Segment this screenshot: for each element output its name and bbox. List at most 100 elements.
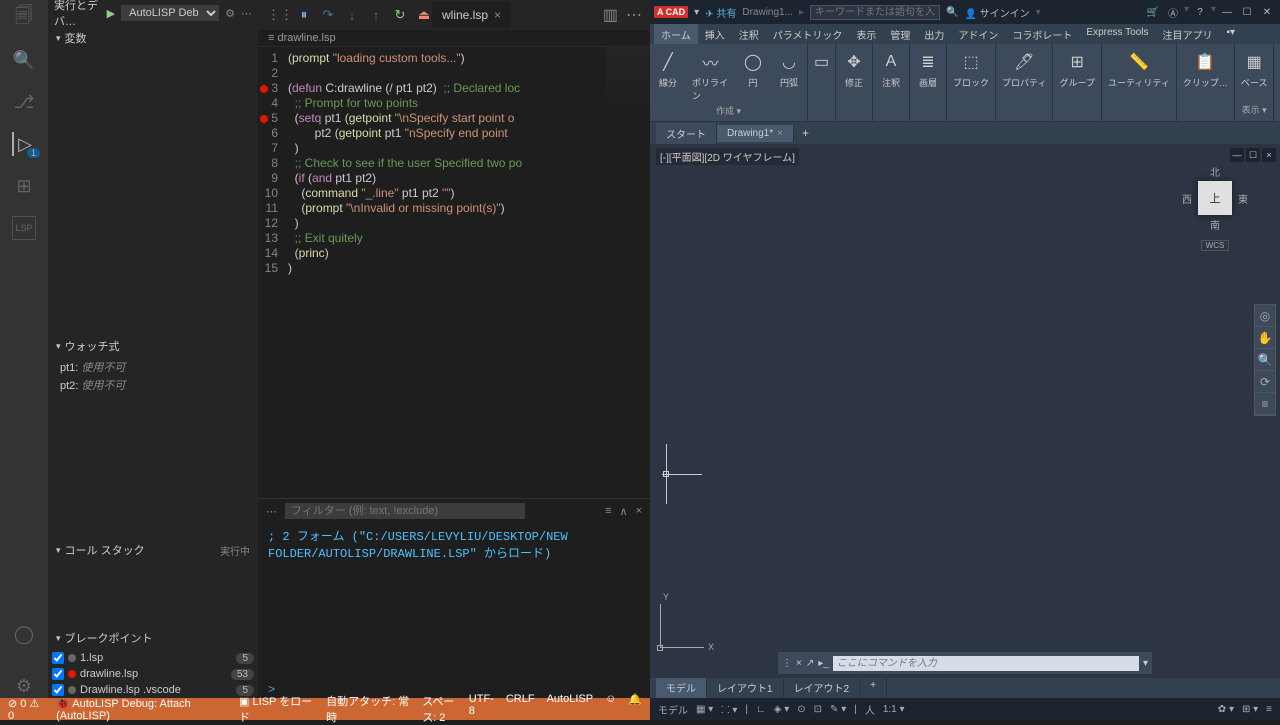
viewport-min-icon[interactable]: — xyxy=(1230,148,1244,162)
ribbon-tab[interactable]: ホーム xyxy=(654,24,698,44)
tab-start[interactable]: スタート xyxy=(656,123,717,144)
status-lwt-icon[interactable]: ✎ ▾ xyxy=(828,704,848,715)
close-tab-icon[interactable]: × xyxy=(777,128,783,139)
console-close-icon[interactable]: × xyxy=(636,505,642,518)
minimize-icon[interactable]: — xyxy=(1218,4,1236,20)
status-bell-icon[interactable]: 🔔 xyxy=(628,693,642,725)
nav-more-icon[interactable]: ≡ xyxy=(1255,393,1275,415)
console-filter-input[interactable] xyxy=(285,503,525,519)
search-icon[interactable]: 🔍 xyxy=(12,48,36,72)
status-eol[interactable]: CRLF xyxy=(506,693,535,725)
status-lisp-load[interactable]: ▣ LISP をロード xyxy=(239,693,314,725)
ribbon-panel-icon[interactable]: ▪▾ xyxy=(1219,24,1242,44)
console-more-icon[interactable]: ⋯ xyxy=(266,505,277,518)
search-input[interactable] xyxy=(810,5,940,20)
run-debug-icon[interactable]: ▷ xyxy=(12,132,36,156)
base-button[interactable]: ▦ベース xyxy=(1237,48,1272,91)
ribbon-tab[interactable]: Express Tools xyxy=(1079,24,1155,44)
editor-more-icon[interactable]: ⋯ xyxy=(626,5,642,25)
view-label[interactable]: [-][平面図][2D ワイヤフレーム] xyxy=(656,148,799,165)
settings-gear-icon[interactable]: ⚙ xyxy=(12,674,36,698)
modify-button[interactable]: ✥修正 xyxy=(838,48,870,91)
acad-logo[interactable]: A CAD xyxy=(654,6,688,18)
status-scale[interactable]: 1:1 ▾ xyxy=(881,704,907,715)
ribbon-tab[interactable]: アドイン xyxy=(951,24,1005,44)
status-ortho-icon[interactable]: ∟ xyxy=(754,704,768,715)
ribbon-tab[interactable]: 出力 xyxy=(917,24,951,44)
status-polar-icon[interactable]: ⊙ xyxy=(795,704,807,715)
draw-tool[interactable]: ◡円弧 xyxy=(773,48,805,104)
properties-button[interactable]: 🖊プロパティ xyxy=(998,48,1050,91)
layout-tab[interactable]: レイアウト1 xyxy=(707,678,784,698)
account-icon[interactable]: ◯ xyxy=(12,622,36,646)
status-switch-icon[interactable]: ⊞ ▾ xyxy=(1240,704,1260,715)
lisp-icon[interactable]: LSP xyxy=(12,216,36,240)
status-iso-icon[interactable]: ◈ ▾ xyxy=(772,704,792,715)
cmd-hist-icon[interactable]: ⋮ xyxy=(782,658,792,669)
watch-item[interactable]: pt1: 使用不可 xyxy=(60,358,246,376)
viewport-max-icon[interactable]: ☐ xyxy=(1246,148,1260,162)
restart-icon[interactable]: ↻ xyxy=(392,7,408,23)
status-feedback-icon[interactable]: ☺ xyxy=(605,693,616,725)
close-icon[interactable]: ✕ xyxy=(1258,4,1276,20)
debug-more-icon[interactable]: ⋯ xyxy=(241,7,252,20)
nav-wheel-icon[interactable]: ◎ xyxy=(1255,305,1275,327)
nav-orbit-icon[interactable]: ⟳ xyxy=(1255,371,1275,393)
console-list-icon[interactable]: ≡ xyxy=(605,505,611,518)
status-grid-icon[interactable]: ▦ ▾ xyxy=(694,704,715,715)
drag-handle-icon[interactable]: ⋮⋮ xyxy=(272,7,288,23)
pause-icon[interactable]: ⏸ xyxy=(296,7,312,23)
status-osnap-icon[interactable]: ⊡ xyxy=(812,704,824,715)
status-encoding[interactable]: UTF-8 xyxy=(469,693,494,725)
cart-icon[interactable]: 🛒 xyxy=(1144,4,1162,20)
debug-config-gear-icon[interactable]: ⚙ xyxy=(225,7,235,20)
viewport-close-icon[interactable]: × xyxy=(1262,148,1276,162)
status-errors[interactable]: ⊘ 0 ⚠ 0 xyxy=(8,697,44,722)
search-icon[interactable]: 🔍 xyxy=(946,7,958,18)
variables-section[interactable]: ▾変数 xyxy=(48,26,258,50)
layout-tab[interactable]: レイアウト2 xyxy=(784,678,861,698)
draw-tool[interactable]: 〰ポリライン xyxy=(688,48,733,104)
scm-icon[interactable]: ⎇ xyxy=(12,90,36,114)
editor-tab[interactable]: wline.lsp × xyxy=(432,2,511,28)
watch-item[interactable]: pt2: 使用不可 xyxy=(60,376,246,394)
status-snap-icon[interactable]: ⸬ ▾ xyxy=(719,702,739,716)
minimap[interactable] xyxy=(606,47,650,117)
extensions-icon[interactable]: ⊞ xyxy=(12,174,36,198)
nav-zoom-icon[interactable]: 🔍 xyxy=(1255,349,1275,371)
ribbon-tab[interactable]: 管理 xyxy=(883,24,917,44)
breadcrumb[interactable]: ≡ drawline.lsp xyxy=(258,30,650,47)
status-anno-icon[interactable]: 人 xyxy=(863,702,877,717)
code-editor[interactable]: 1(prompt "loading custom tools...")23(de… xyxy=(258,47,650,498)
start-debug-icon[interactable]: ▶ xyxy=(107,7,115,20)
drawing-canvas[interactable]: [-][平面図][2D ワイヤフレーム] — ☐ × 北 西上東 南 WCS ◎… xyxy=(650,144,1280,678)
ribbon-tab[interactable]: 注目アプリ xyxy=(1155,24,1219,44)
watch-section[interactable]: ▾ウォッチ式 xyxy=(48,334,258,358)
ribbon-tab[interactable]: パラメトリック xyxy=(766,24,850,44)
ribbon-tab[interactable]: 挿入 xyxy=(698,24,732,44)
breakpoint-item[interactable]: drawline.lsp53 xyxy=(48,666,258,682)
new-tab-button[interactable]: + xyxy=(794,123,817,143)
debug-config-select[interactable]: AutoLISP Deb xyxy=(121,5,219,21)
status-custom-icon[interactable]: ≡ xyxy=(1264,704,1274,715)
ribbon-tab[interactable]: コラボレート xyxy=(1005,24,1079,44)
signin-button[interactable]: 👤 サインイン xyxy=(964,5,1029,20)
extra-draw-icon[interactable]: ▭ xyxy=(806,48,838,76)
utility-button[interactable]: 📏ユーティリティ xyxy=(1104,48,1174,91)
explorer-icon[interactable]: 🗐 xyxy=(12,6,36,30)
nav-pan-icon[interactable]: ✋ xyxy=(1255,327,1275,349)
breakpoints-section[interactable]: ▾ブレークポイント xyxy=(48,626,258,650)
status-spaces[interactable]: スペース: 2 xyxy=(422,693,457,725)
ribbon-tab[interactable]: 表示 xyxy=(849,24,883,44)
status-debug[interactable]: 🐞 AutoLISP Debug: Attach (AutoLISP) xyxy=(56,697,227,722)
close-tab-icon[interactable]: × xyxy=(494,8,501,22)
draw-tool[interactable]: ╱線分 xyxy=(652,48,684,104)
cmd-custom-icon[interactable]: ↗ xyxy=(806,658,814,669)
acad-qat-icon[interactable]: ▾ xyxy=(694,7,699,18)
viewcube[interactable]: 北 西上東 南 WCS xyxy=(1170,164,1260,274)
add-layout[interactable]: + xyxy=(860,678,887,698)
step-out-icon[interactable]: ↑ xyxy=(368,7,384,23)
step-over-icon[interactable]: ↷ xyxy=(320,7,336,23)
maximize-icon[interactable]: ☐ xyxy=(1238,4,1256,20)
console-collapse-icon[interactable]: ∧ xyxy=(620,505,628,518)
